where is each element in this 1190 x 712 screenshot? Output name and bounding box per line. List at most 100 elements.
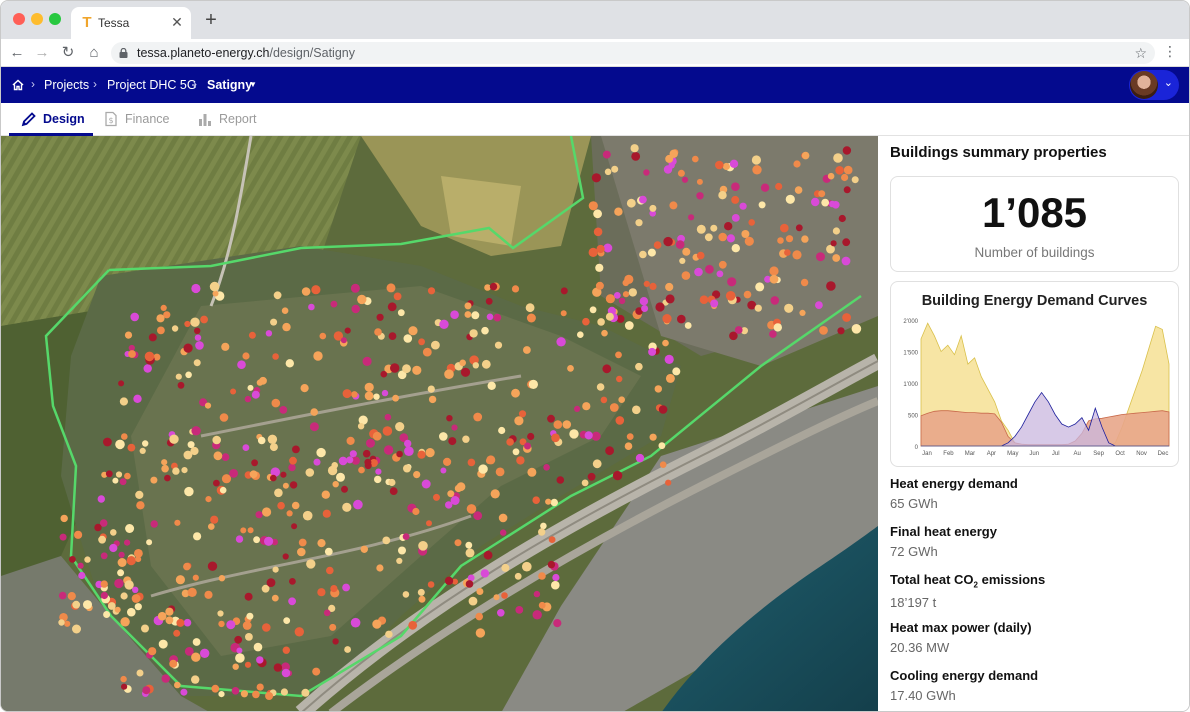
building-marker[interactable] xyxy=(851,176,859,184)
building-marker[interactable] xyxy=(360,545,368,553)
building-marker[interactable] xyxy=(232,663,239,670)
building-marker[interactable] xyxy=(100,580,108,588)
building-marker[interactable] xyxy=(605,312,614,321)
building-marker[interactable] xyxy=(269,443,278,452)
building-marker[interactable] xyxy=(404,439,412,448)
building-marker[interactable] xyxy=(718,232,727,242)
building-marker[interactable] xyxy=(120,592,128,600)
building-marker[interactable] xyxy=(417,450,426,459)
building-marker[interactable] xyxy=(124,539,131,546)
building-marker[interactable] xyxy=(357,423,365,430)
building-marker[interactable] xyxy=(146,539,153,546)
building-marker[interactable] xyxy=(550,498,558,507)
building-marker[interactable] xyxy=(181,467,188,474)
building-marker[interactable] xyxy=(193,532,202,541)
building-marker[interactable] xyxy=(317,588,326,597)
building-marker[interactable] xyxy=(340,337,347,344)
building-marker[interactable] xyxy=(567,365,574,372)
building-marker[interactable] xyxy=(72,624,81,634)
building-marker[interactable] xyxy=(681,176,689,183)
building-marker[interactable] xyxy=(560,310,567,317)
building-marker[interactable] xyxy=(84,556,91,563)
building-marker[interactable] xyxy=(117,558,127,567)
building-marker[interactable] xyxy=(173,629,181,637)
building-marker[interactable] xyxy=(191,652,201,662)
building-marker[interactable] xyxy=(485,297,493,305)
building-marker[interactable] xyxy=(718,260,727,269)
building-marker[interactable] xyxy=(329,623,337,631)
building-marker[interactable] xyxy=(387,302,397,312)
building-marker[interactable] xyxy=(157,326,165,335)
building-marker[interactable] xyxy=(372,619,382,629)
building-marker[interactable] xyxy=(412,507,420,516)
building-marker[interactable] xyxy=(664,354,674,364)
building-marker[interactable] xyxy=(751,155,762,165)
building-marker[interactable] xyxy=(221,342,230,351)
building-marker[interactable] xyxy=(773,323,782,332)
building-marker[interactable] xyxy=(827,172,835,180)
building-marker[interactable] xyxy=(103,611,111,618)
building-marker[interactable] xyxy=(754,304,762,312)
building-marker[interactable] xyxy=(251,459,258,467)
building-marker[interactable] xyxy=(98,535,106,544)
building-marker[interactable] xyxy=(512,448,520,456)
building-marker[interactable] xyxy=(801,235,809,243)
building-marker[interactable] xyxy=(67,592,76,601)
address-bar[interactable]: tessa.planeto-energy.ch/design/Satigny ☆ xyxy=(111,42,1155,64)
building-marker[interactable] xyxy=(486,313,494,321)
building-marker[interactable] xyxy=(77,562,84,569)
building-marker[interactable] xyxy=(336,472,345,482)
building-marker[interactable] xyxy=(245,633,253,641)
building-marker[interactable] xyxy=(136,669,144,677)
building-marker[interactable] xyxy=(251,390,260,399)
building-marker[interactable] xyxy=(843,165,853,175)
building-marker[interactable] xyxy=(382,536,391,545)
building-marker[interactable] xyxy=(210,515,219,524)
building-marker[interactable] xyxy=(727,277,737,287)
building-marker[interactable] xyxy=(725,291,736,301)
building-marker[interactable] xyxy=(718,191,727,200)
building-marker[interactable] xyxy=(524,442,531,450)
building-marker[interactable] xyxy=(242,352,250,360)
building-marker[interactable] xyxy=(281,307,289,314)
building-marker[interactable] xyxy=(183,618,192,627)
building-marker[interactable] xyxy=(376,313,384,321)
building-marker[interactable] xyxy=(643,280,650,287)
building-marker[interactable] xyxy=(440,467,447,474)
building-marker[interactable] xyxy=(330,585,338,593)
building-marker[interactable] xyxy=(236,647,243,654)
building-marker[interactable] xyxy=(532,496,540,505)
building-marker[interactable] xyxy=(262,623,271,632)
building-marker[interactable] xyxy=(818,190,826,198)
building-marker[interactable] xyxy=(467,458,476,467)
building-marker[interactable] xyxy=(658,405,668,414)
building-marker[interactable] xyxy=(248,331,256,339)
building-marker[interactable] xyxy=(396,557,403,564)
building-marker[interactable] xyxy=(816,252,825,262)
building-marker[interactable] xyxy=(115,439,125,450)
building-marker[interactable] xyxy=(397,309,405,317)
building-marker[interactable] xyxy=(639,250,647,259)
building-marker[interactable] xyxy=(408,620,418,630)
building-marker[interactable] xyxy=(552,573,560,582)
building-marker[interactable] xyxy=(346,436,355,445)
building-marker[interactable] xyxy=(209,281,220,292)
building-marker[interactable] xyxy=(69,556,76,563)
tab-report[interactable]: Report xyxy=(197,103,263,136)
building-marker[interactable] xyxy=(376,564,384,572)
browser-tab[interactable]: T Tessa ✕ xyxy=(71,7,191,39)
building-marker[interactable] xyxy=(249,470,258,479)
building-marker[interactable] xyxy=(310,408,319,416)
building-marker[interactable] xyxy=(312,667,321,676)
building-marker[interactable] xyxy=(602,150,611,159)
forward-arrow-icon[interactable]: → xyxy=(32,43,52,63)
building-marker[interactable] xyxy=(100,552,108,560)
breadcrumb-site-dropdown[interactable]: Satigny xyxy=(207,78,252,92)
building-marker[interactable] xyxy=(300,384,309,393)
building-marker[interactable] xyxy=(124,472,131,480)
building-marker[interactable] xyxy=(244,592,253,601)
building-marker[interactable] xyxy=(543,464,550,471)
building-marker[interactable] xyxy=(425,448,435,458)
building-marker[interactable] xyxy=(114,578,124,589)
building-marker[interactable] xyxy=(490,489,500,499)
